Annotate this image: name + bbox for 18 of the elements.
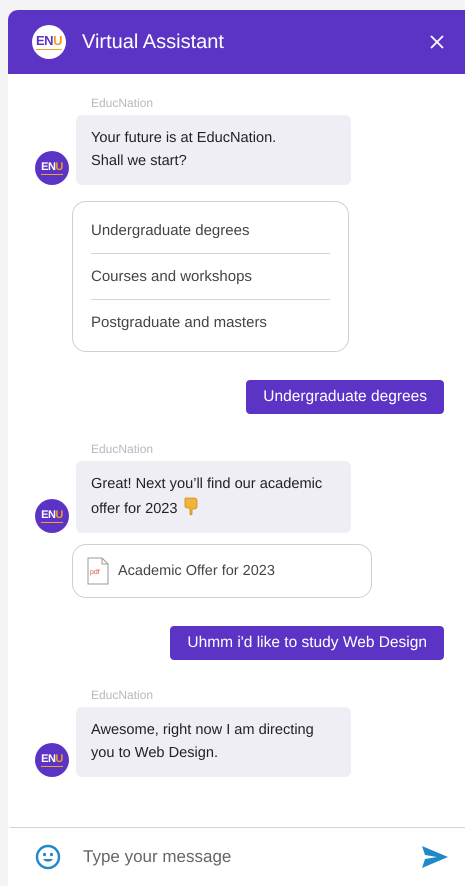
- sender-name: EducNation: [91, 96, 154, 110]
- sender-name: EducNation: [91, 442, 154, 456]
- bot-avatar: ENU: [35, 499, 69, 533]
- bot-avatar: ENU: [35, 151, 69, 185]
- option-item[interactable]: Courses and workshops: [91, 253, 330, 299]
- logo: ENU: [32, 25, 66, 59]
- user-message: Uhmm i'd like to study Web Design: [170, 626, 444, 660]
- bot-message: Your future is at EducNation. Shall we start?: [76, 115, 351, 185]
- sender-name: EducNation: [91, 688, 154, 702]
- emoji-icon[interactable]: [35, 844, 61, 870]
- option-item[interactable]: Postgraduate and masters: [91, 299, 330, 345]
- window-title: Virtual Assistant: [82, 30, 225, 54]
- bot-message: Awesome, right now I am directing you to Web Design.: [76, 707, 351, 777]
- option-item[interactable]: Undergraduate degrees: [91, 208, 330, 253]
- send-icon[interactable]: [421, 845, 449, 869]
- bot-avatar: ENU: [35, 743, 69, 777]
- bot-message: Great! Next you’ll find our academic offer for 2023: [76, 461, 351, 533]
- user-message: Undergraduate degrees: [246, 380, 444, 414]
